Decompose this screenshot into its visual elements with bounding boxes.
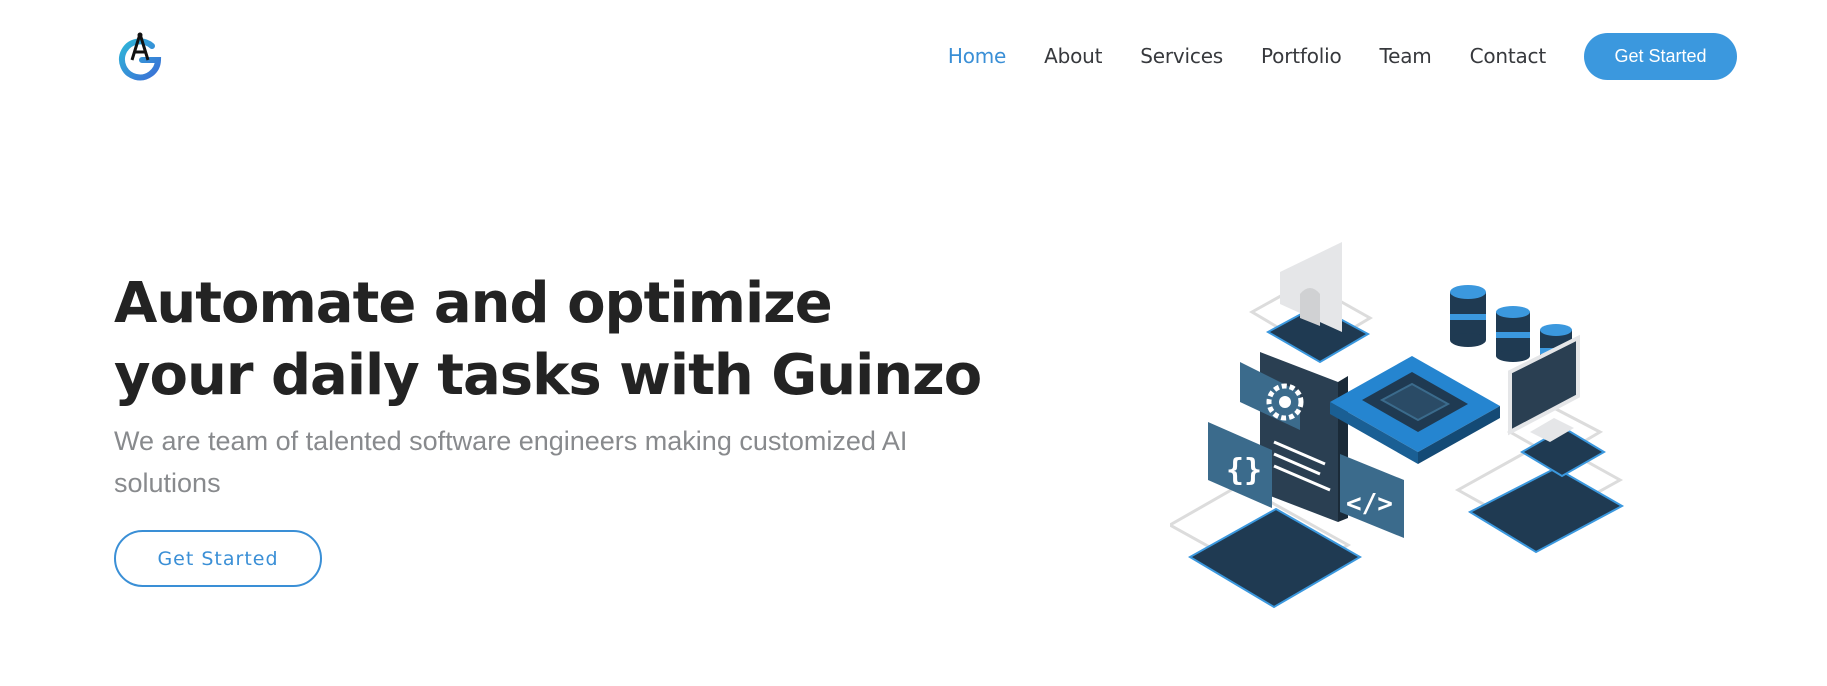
nav-about[interactable]: About — [1044, 44, 1102, 68]
nav-portfolio[interactable]: Portfolio — [1261, 44, 1342, 68]
hero-title: Automate and optimize your daily tasks w… — [114, 268, 1014, 412]
cpu-chip-board — [1330, 356, 1500, 464]
code-braces-icon: {} — [1226, 453, 1262, 488]
site-header: Home About Services Portfolio Team Conta… — [0, 0, 1827, 110]
nav-contact[interactable]: Contact — [1470, 44, 1547, 68]
hero-subtitle: We are team of talented software enginee… — [114, 426, 908, 498]
platform-top — [1248, 242, 1373, 364]
logo[interactable] — [114, 30, 166, 82]
guinzo-logo-icon — [119, 32, 162, 81]
hero-section: Automate and optimize your daily tasks w… — [114, 268, 1014, 587]
hero-title-line1: Automate and optimize — [114, 271, 833, 336]
nav-home[interactable]: Home — [948, 44, 1006, 68]
code-tag-card: </> — [1340, 454, 1404, 538]
hero-title-line2: your daily tasks with Guinzo — [114, 343, 982, 408]
main-nav: Home About Services Portfolio Team Conta… — [948, 32, 1737, 80]
isometric-tech-illustration: {} </> — [1166, 242, 1625, 609]
nav-team[interactable]: Team — [1380, 44, 1432, 68]
hero-get-started-button[interactable]: Get Started — [114, 530, 322, 587]
code-tag-icon: </> — [1346, 489, 1393, 519]
nav-services[interactable]: Services — [1140, 44, 1223, 68]
hero-illustration: {} </> — [1166, 222, 1640, 622]
header-get-started-button[interactable]: Get Started — [1584, 32, 1737, 80]
